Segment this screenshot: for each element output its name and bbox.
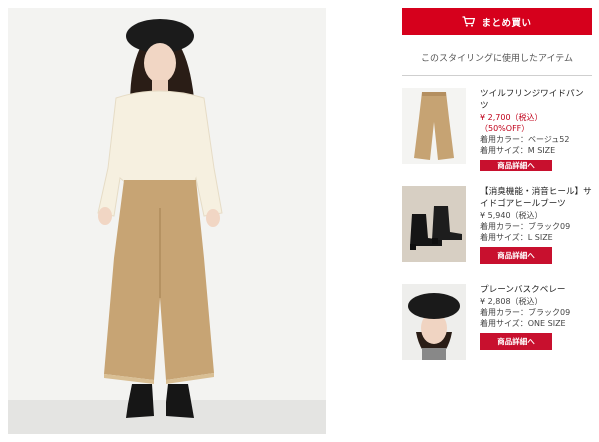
item-name[interactable]: 【消臭機能・消音ヒール】サイドゴアヒールブーツ: [480, 186, 592, 210]
styling-photo: [8, 8, 326, 434]
item-price: ¥ 2,808（税込）: [480, 297, 543, 306]
product-thumbnail-boots[interactable]: [402, 186, 466, 262]
item-price: ¥ 2,700（税込）: [480, 113, 543, 122]
styling-items-panel: まとめ買い このスタイリングに使用したアイテム ツイルフリンジワイドパンツ ¥ …: [402, 8, 592, 366]
item-color: 着用カラー：ブラック09: [480, 222, 571, 231]
section-title: このスタイリングに使用したアイテム: [402, 51, 592, 76]
item-name[interactable]: ツイルフリンジワイドパンツ: [480, 88, 592, 112]
product-detail-button[interactable]: 商品詳細へ: [480, 247, 552, 264]
product-detail-button[interactable]: 商品詳細へ: [480, 160, 552, 171]
item-color: 着用カラー：ブラック09: [480, 308, 571, 317]
item-info: プレーンバスクベレー ¥ 2,808（税込） 着用カラー：ブラック09 着用サイ…: [480, 284, 592, 366]
item-discount: （50%OFF）: [480, 124, 530, 133]
item-price: ¥ 5,940（税込）: [480, 211, 543, 220]
buy-all-button[interactable]: まとめ買い: [402, 8, 592, 35]
item-name[interactable]: プレーンバスクベレー: [480, 284, 592, 296]
item-info: ツイルフリンジワイドパンツ ¥ 2,700（税込） （50%OFF） 着用カラー…: [480, 88, 592, 171]
item-list: ツイルフリンジワイドパンツ ¥ 2,700（税込） （50%OFF） 着用カラー…: [402, 88, 592, 366]
product-thumbnail-beret[interactable]: [402, 284, 466, 360]
list-item: ツイルフリンジワイドパンツ ¥ 2,700（税込） （50%OFF） 着用カラー…: [402, 88, 592, 171]
item-info: 【消臭機能・消音ヒール】サイドゴアヒールブーツ ¥ 5,940（税込） 着用カラ…: [480, 186, 592, 268]
item-size: 着用サイズ：L SIZE: [480, 233, 553, 242]
item-color: 着用カラー：ベージュ52: [480, 135, 570, 144]
list-item: 【消臭機能・消音ヒール】サイドゴアヒールブーツ ¥ 5,940（税込） 着用カラ…: [402, 186, 592, 268]
item-size: 着用サイズ：M SIZE: [480, 146, 556, 155]
product-detail-button[interactable]: 商品詳細へ: [480, 333, 552, 350]
list-item: プレーンバスクベレー ¥ 2,808（税込） 着用カラー：ブラック09 着用サイ…: [402, 284, 592, 366]
cart-icon: [462, 16, 476, 27]
buy-all-label: まとめ買い: [481, 17, 532, 29]
product-thumbnail-pants[interactable]: [402, 88, 466, 164]
item-size: 着用サイズ：ONE SIZE: [480, 319, 566, 328]
